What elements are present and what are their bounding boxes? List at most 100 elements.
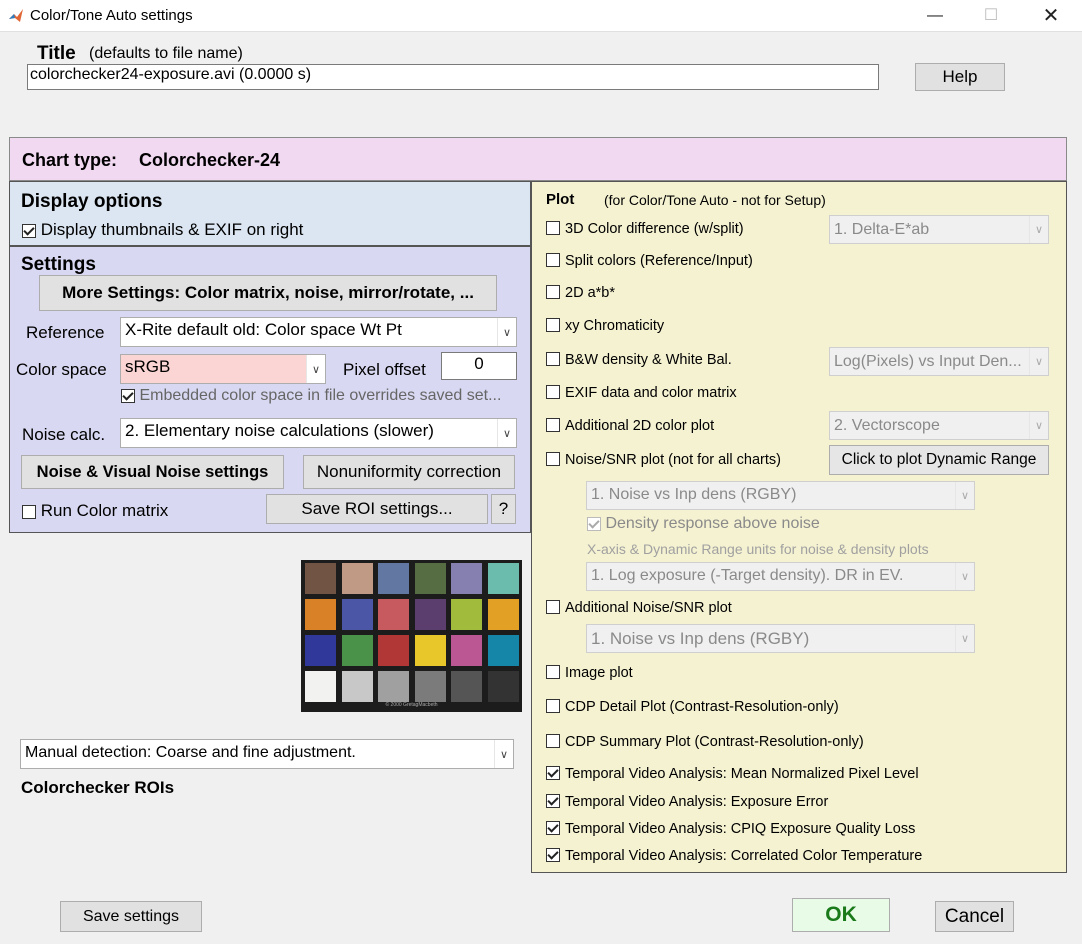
pixel-offset-input[interactable]: 0 <box>441 352 517 380</box>
maximize-icon[interactable]: ☐ <box>968 0 1014 32</box>
plot-option-label: B&W density & White Bal. <box>565 352 732 368</box>
plot-option-check-icon[interactable] <box>546 600 560 615</box>
more-settings-button[interactable]: More Settings: Color matrix, noise, mirr… <box>39 275 497 311</box>
embedded-check-icon[interactable] <box>121 388 135 403</box>
density-response-check-icon[interactable] <box>587 516 601 531</box>
plot-option-check-icon[interactable] <box>546 794 560 809</box>
noise-visual-button[interactable]: Noise & Visual Noise settings <box>21 455 284 489</box>
plot-option-checkbox[interactable]: B&W density & White Bal. <box>546 352 732 368</box>
noise-plot2-select[interactable]: 1. Noise vs Inp dens (RGBY) ∨ <box>586 624 975 653</box>
color-space-select[interactable]: sRGB ∨ <box>120 354 326 384</box>
dynamic-range-button[interactable]: Click to plot Dynamic Range <box>829 445 1049 475</box>
chevron-down-icon: ∨ <box>494 740 513 768</box>
plot-option-check-icon[interactable] <box>546 766 560 781</box>
plot-option-check-icon[interactable] <box>546 385 560 400</box>
thumbnail-caption: © 2000 GretagMacbeth <box>385 702 438 708</box>
chart-type-value: Colorchecker-24 <box>139 150 281 170</box>
plot-option-checkbox[interactable]: EXIF data and color matrix <box>546 385 737 401</box>
plot-option-checkbox[interactable]: Additional Noise/SNR plot <box>546 600 732 616</box>
exposure-select[interactable]: 1. Log exposure (-Target density). DR in… <box>586 562 975 591</box>
delta-e-select[interactable]: 1. Delta-E*ab ∨ <box>829 215 1049 244</box>
plot-option-check-icon[interactable] <box>546 285 560 300</box>
plot-option-checkbox[interactable]: CDP Summary Plot (Contrast-Resolution-on… <box>546 734 864 750</box>
reference-value: X-Rite default old: Color space Wt Pt <box>125 320 402 339</box>
density-response-checkbox[interactable]: Density response above noise <box>587 515 820 533</box>
ok-button[interactable]: OK <box>792 898 890 932</box>
delta-e-value: 1. Delta-E*ab <box>834 221 930 238</box>
plot-option-label: CDP Detail Plot (Contrast-Resolution-onl… <box>565 699 839 715</box>
thumbnails-label: Display thumbnails & EXIF on right <box>40 220 304 239</box>
color-patch <box>305 599 336 630</box>
noise-calc-select[interactable]: 2. Elementary noise calculations (slower… <box>120 418 517 448</box>
plot-option-checkbox[interactable]: Temporal Video Analysis: CPIQ Exposure Q… <box>546 821 915 837</box>
plot-option-checkbox[interactable]: Temporal Video Analysis: Correlated Colo… <box>546 848 922 864</box>
cancel-button[interactable]: Cancel <box>935 901 1014 932</box>
noise-plot-select[interactable]: 1. Noise vs Inp dens (RGBY) ∨ <box>586 481 975 510</box>
color-patch <box>414 563 446 594</box>
reference-label: Reference <box>26 323 105 342</box>
reference-select[interactable]: X-Rite default old: Color space Wt Pt ∨ <box>120 317 517 347</box>
color-patch <box>451 671 482 702</box>
plot-option-check-icon[interactable] <box>546 699 560 714</box>
plot-option-check-icon[interactable] <box>546 665 560 680</box>
noise-plot-value: 1. Noise vs Inp dens (RGBY) <box>591 486 797 503</box>
plot-option-label: Image plot <box>565 665 633 681</box>
plot-option-checkbox[interactable]: xy Chromaticity <box>546 318 664 334</box>
plot-option-check-icon[interactable] <box>546 253 560 268</box>
question-button[interactable]: ? <box>491 494 516 524</box>
thumbnails-check-icon[interactable] <box>22 223 36 238</box>
plot-option-checkbox[interactable]: Noise/SNR plot (not for all charts) <box>546 452 781 468</box>
nonuniformity-button[interactable]: Nonuniformity correction <box>303 455 515 489</box>
title-label: Title <box>37 43 76 64</box>
plot-option-check-icon[interactable] <box>546 221 560 236</box>
settings-panel: Settings More Settings: Color matrix, no… <box>9 246 531 533</box>
color-plot-select[interactable]: 2. Vectorscope ∨ <box>829 411 1049 440</box>
plot-option-checkbox[interactable]: Temporal Video Analysis: Exposure Error <box>546 794 828 810</box>
plot-option-check-icon[interactable] <box>546 848 560 863</box>
plot-option-check-icon[interactable] <box>546 734 560 749</box>
minimize-icon[interactable]: — <box>912 0 958 32</box>
save-settings-button[interactable]: Save settings <box>60 901 202 932</box>
pixel-offset-label: Pixel offset <box>343 360 426 379</box>
chevron-down-icon: ∨ <box>955 563 974 590</box>
plot-option-checkbox[interactable]: Image plot <box>546 665 633 681</box>
color-patch <box>305 671 336 702</box>
help-button[interactable]: Help <box>915 63 1005 91</box>
run-matrix-check-icon[interactable] <box>22 504 36 519</box>
color-patch <box>487 671 519 702</box>
color-patch <box>414 599 446 630</box>
chevron-down-icon: ∨ <box>497 318 516 346</box>
plot-option-check-icon[interactable] <box>546 352 560 367</box>
display-options-heading: Display options <box>21 191 163 212</box>
embedded-checkbox[interactable]: Embedded color space in file overrides s… <box>121 387 501 405</box>
color-space-value: sRGB <box>125 357 171 376</box>
bw-density-select[interactable]: Log(Pixels) vs Input Den... ∨ <box>829 347 1049 376</box>
plot-option-checkbox[interactable]: Split colors (Reference/Input) <box>546 253 753 269</box>
plot-option-label: EXIF data and color matrix <box>565 385 737 401</box>
save-roi-button[interactable]: Save ROI settings... <box>266 494 488 524</box>
detection-select[interactable]: Manual detection: Coarse and fine adjust… <box>20 739 514 769</box>
plot-option-checkbox[interactable]: CDP Detail Plot (Contrast-Resolution-onl… <box>546 699 839 715</box>
plot-option-checkbox[interactable]: 3D Color difference (w/split) <box>546 221 744 237</box>
plot-option-label: Temporal Video Analysis: CPIQ Exposure Q… <box>565 821 916 837</box>
plot-option-label: Additional 2D color plot <box>565 418 715 434</box>
title-input[interactable]: colorchecker24-exposure.avi (0.0000 s) <box>27 64 879 90</box>
close-icon[interactable]: ✕ <box>1028 0 1074 32</box>
plot-option-check-icon[interactable] <box>546 418 560 433</box>
chart-type-label: Chart type: <box>22 150 118 170</box>
plot-option-checkbox[interactable]: Temporal Video Analysis: Mean Normalized… <box>546 766 919 782</box>
plot-option-checkbox[interactable]: Additional 2D color plot <box>546 418 714 434</box>
run-matrix-checkbox[interactable]: Run Color matrix <box>22 501 168 521</box>
chevron-down-icon: ∨ <box>1029 412 1048 439</box>
plot-option-check-icon[interactable] <box>546 452 560 467</box>
plot-option-label: Temporal Video Analysis: Exposure Error <box>565 794 829 810</box>
thumbnails-checkbox[interactable]: Display thumbnails & EXIF on right <box>22 220 303 240</box>
color-patch <box>414 671 446 702</box>
color-patch <box>378 671 409 702</box>
plot-option-check-icon[interactable] <box>546 821 560 836</box>
color-space-label: Color space <box>16 360 107 379</box>
plot-option-check-icon[interactable] <box>546 318 560 333</box>
plot-option-checkbox[interactable]: 2D a*b* <box>546 285 615 301</box>
chevron-down-icon: ∨ <box>1029 348 1048 375</box>
chevron-down-icon: ∨ <box>955 625 974 652</box>
